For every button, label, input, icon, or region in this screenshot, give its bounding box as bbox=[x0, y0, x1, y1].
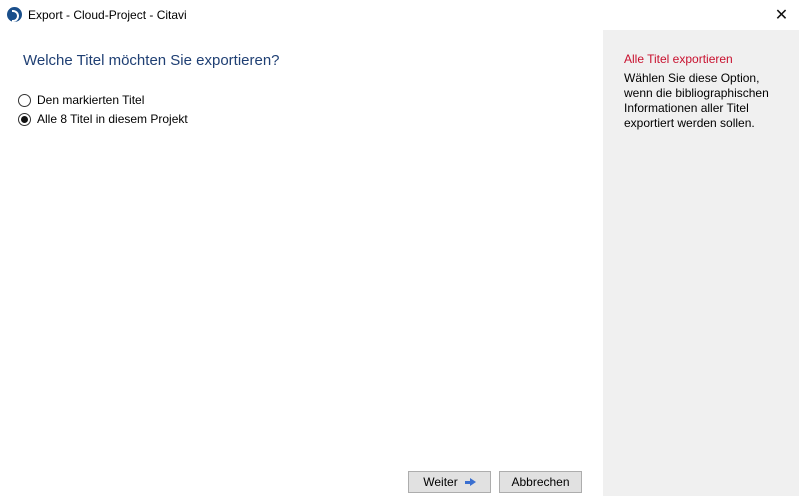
next-button[interactable]: Weiter bbox=[408, 471, 491, 493]
radio-label: Den markierten Titel bbox=[37, 93, 145, 107]
next-button-label: Weiter bbox=[423, 475, 458, 489]
radio-option-marked-title[interactable]: Den markierten Titel bbox=[18, 93, 144, 107]
radio-button[interactable] bbox=[18, 93, 31, 107]
close-button[interactable]: ✕ bbox=[764, 0, 799, 30]
cancel-button[interactable]: Abbrechen bbox=[499, 471, 582, 493]
radio-label: Alle 8 Titel in diesem Projekt bbox=[37, 112, 188, 126]
title-bar: Export - Cloud-Project - Citavi ✕ bbox=[0, 0, 799, 30]
cancel-button-label: Abbrechen bbox=[511, 475, 570, 489]
citavi-logo-icon bbox=[7, 7, 22, 22]
arrow-right-icon bbox=[464, 477, 476, 487]
help-title: Alle Titel exportieren bbox=[624, 52, 733, 66]
main-content: Welche Titel möchten Sie exportieren? De… bbox=[0, 30, 603, 496]
help-text: Wählen Sie diese Option, wenn die biblio… bbox=[624, 71, 769, 130]
radio-option-all-titles[interactable]: Alle 8 Titel in diesem Projekt bbox=[18, 112, 188, 126]
radio-button[interactable] bbox=[18, 112, 31, 126]
page-title: Welche Titel möchten Sie exportieren? bbox=[23, 52, 280, 69]
window-title: Export - Cloud-Project - Citavi bbox=[28, 8, 187, 22]
help-panel: Alle Titel exportieren Wählen Sie diese … bbox=[603, 30, 799, 496]
